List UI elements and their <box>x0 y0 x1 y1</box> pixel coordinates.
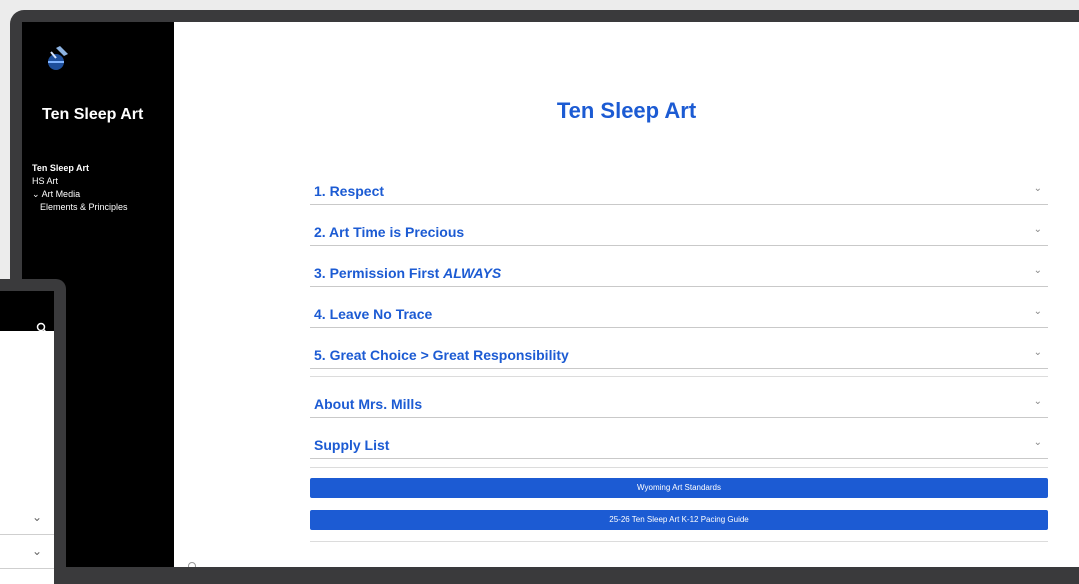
chevron-down-icon[interactable]: ⌄ <box>32 510 42 524</box>
section-divider <box>310 376 1048 377</box>
nav-item-hs-art[interactable]: HS Art <box>32 175 128 188</box>
nav-item-art-media-label: Art Media <box>41 189 81 199</box>
accordion-label: 3. Permission First ALWAYS <box>314 265 501 281</box>
wyoming-art-standards-button[interactable]: Wyoming Art Standards <box>310 478 1048 498</box>
accordion-item-about[interactable]: About Mrs. Mills ⌄ <box>310 389 1048 418</box>
chevron-down-icon[interactable]: ⌄ <box>1034 396 1042 407</box>
chevron-down-icon[interactable]: ⌄ <box>1034 437 1042 448</box>
website-screen: Ten Sleep Art Ten Sleep Art HS Art ⌄ Art… <box>22 22 1079 567</box>
accordion-item-supply-list[interactable]: Supply List ⌄ <box>310 430 1048 459</box>
chevron-down-icon[interactable]: ⌄ <box>1034 347 1042 358</box>
chevron-down-icon[interactable]: ⌄ <box>32 189 40 199</box>
pacing-guide-button[interactable]: 25-26 Ten Sleep Art K-12 Pacing Guide <box>310 510 1048 530</box>
accordion-item-leave-no-trace[interactable]: 4. Leave No Trace ⌄ <box>310 299 1048 328</box>
nav-item-ten-sleep-art[interactable]: Ten Sleep Art <box>32 162 128 175</box>
sidebar-nav: Ten Sleep Art HS Art ⌄ Art Media Element… <box>32 162 128 214</box>
page-indicator-icon <box>188 562 196 567</box>
accordion-item-respect[interactable]: 1. Respect ⌄ <box>310 176 1048 205</box>
section-divider <box>310 467 1048 468</box>
accordion-label: 1. Respect <box>314 183 385 199</box>
accordion-label: About Mrs. Mills <box>314 396 423 412</box>
site-title[interactable]: Ten Sleep Art <box>42 106 143 124</box>
device-accordion-row[interactable]: ⌄ <box>0 535 54 569</box>
site-logo-icon[interactable] <box>42 42 74 74</box>
accordion-label: 5. Great Choice > Great Responsibility <box>314 347 569 363</box>
accordion-label: Supply List <box>314 437 390 453</box>
chevron-down-icon[interactable]: ⌄ <box>1034 224 1042 235</box>
secondary-device-frame: ⌄ ⌄ <box>0 279 66 584</box>
device-accordion-row[interactable]: ⌄ <box>0 501 54 535</box>
chevron-down-icon[interactable]: ⌄ <box>1034 265 1042 276</box>
accordion-item-great-choice[interactable]: 5. Great Choice > Great Responsibility ⌄ <box>310 340 1048 369</box>
nav-item-art-media[interactable]: ⌄ Art Media <box>32 188 128 201</box>
secondary-device-screen: ⌄ ⌄ <box>0 291 54 584</box>
nav-item-elements-principles[interactable]: Elements & Principles <box>32 201 128 214</box>
accordion-item-art-time[interactable]: 2. Art Time is Precious ⌄ <box>310 217 1048 246</box>
page-title: Ten Sleep Art <box>556 98 697 123</box>
accordion-label-emphasis: ALWAYS <box>443 265 502 281</box>
chevron-down-icon[interactable]: ⌄ <box>1034 306 1042 317</box>
accordion-label: 2. Art Time is Precious <box>314 224 465 240</box>
accordion-item-permission[interactable]: 3. Permission First ALWAYS ⌄ <box>310 258 1048 287</box>
accordion-label: 4. Leave No Trace <box>314 306 433 322</box>
chevron-down-icon[interactable]: ⌄ <box>1034 183 1042 194</box>
section-divider <box>310 541 1048 542</box>
chevron-down-icon[interactable]: ⌄ <box>32 544 42 558</box>
accordion-label-text: 3. Permission First <box>314 265 444 281</box>
search-icon[interactable] <box>36 321 48 334</box>
